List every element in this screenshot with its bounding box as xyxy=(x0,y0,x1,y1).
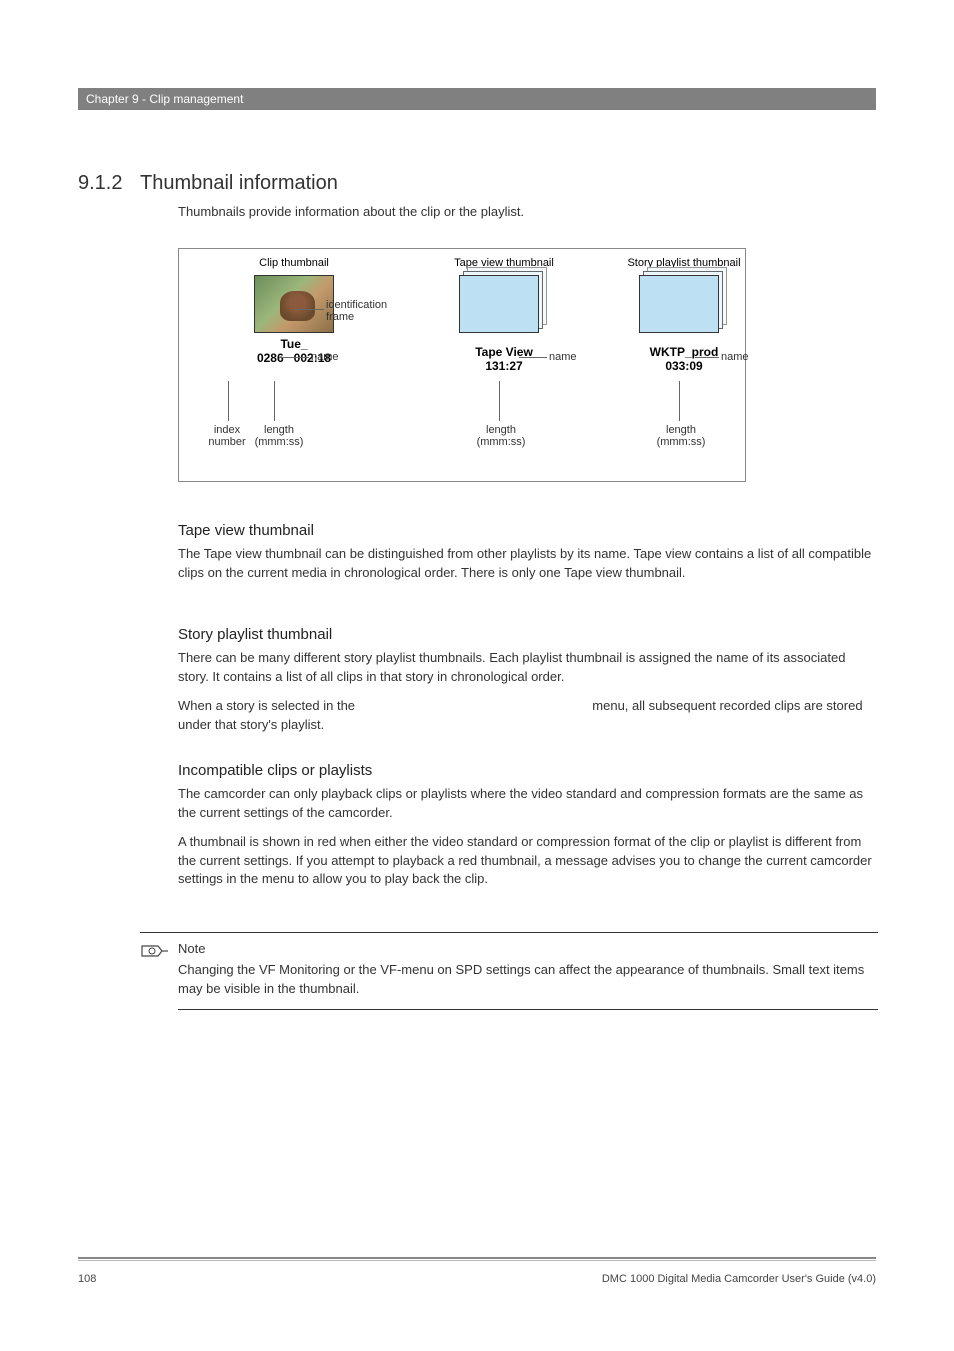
clip-index-length: 0286 002:18 xyxy=(209,351,379,365)
tapeview-section: Tape view thumbnail The Tape view thumbn… xyxy=(178,522,878,593)
incompatible-paragraph-1: The camcorder can only playback clips or… xyxy=(178,785,878,823)
clip-index: 0286 xyxy=(257,351,284,365)
chapter-header: Chapter 9 - Clip management xyxy=(78,88,876,110)
story-paragraph-1: There can be many different story playli… xyxy=(178,649,878,687)
thumbnail-diagram: Clip thumbnail Tue_ 0286 002:18 identifi… xyxy=(178,248,746,482)
footer-text: DMC 1000 Digital Media Camcorder User's … xyxy=(602,1273,876,1285)
incompatible-paragraph-2: A thumbnail is shown in red when either … xyxy=(178,833,878,890)
page-number: 108 xyxy=(78,1273,96,1285)
clip-name: Tue_ xyxy=(209,337,379,351)
anno-name-1: name xyxy=(311,351,339,363)
note-icon xyxy=(140,942,170,960)
story-heading: Story playlist thumbnail xyxy=(178,626,878,643)
anno-idframe: identification frame xyxy=(326,299,396,323)
anno-name-3: name xyxy=(721,351,749,363)
anno-name-2: name xyxy=(549,351,577,363)
section-title: Thumbnail information xyxy=(140,172,338,195)
anno-index: index number xyxy=(199,424,255,448)
note-block: Note Changing the VF Monitoring or the V… xyxy=(140,932,878,1018)
tapeview-thumbnail-image xyxy=(459,275,549,341)
intro-text: Thumbnails provide information about the… xyxy=(178,204,524,219)
incompatible-section: Incompatible clips or playlists The camc… xyxy=(178,762,878,899)
section-number: 9.1.2 xyxy=(78,172,122,195)
clip-thumbnail-image xyxy=(254,275,334,333)
story-thumbnail-image xyxy=(639,275,729,341)
story-paragraph-2: When a story is selected in the menu, al… xyxy=(178,697,878,735)
anno-length-1: length (mmm:ss) xyxy=(249,424,309,448)
anno-length-3: length (mmm:ss) xyxy=(651,424,711,448)
incompatible-heading: Incompatible clips or playlists xyxy=(178,762,878,779)
tapeview-heading: Tape view thumbnail xyxy=(178,522,878,539)
anno-length-2: length (mmm:ss) xyxy=(471,424,531,448)
note-title: Note xyxy=(178,941,878,956)
clip-column-title: Clip thumbnail xyxy=(209,257,379,269)
note-text: Changing the VF Monitoring or the VF-men… xyxy=(178,961,878,999)
footer-rule xyxy=(78,1257,876,1261)
story-section: Story playlist thumbnail There can be ma… xyxy=(178,626,878,744)
tapeview-paragraph: The Tape view thumbnail can be distingui… xyxy=(178,545,878,583)
